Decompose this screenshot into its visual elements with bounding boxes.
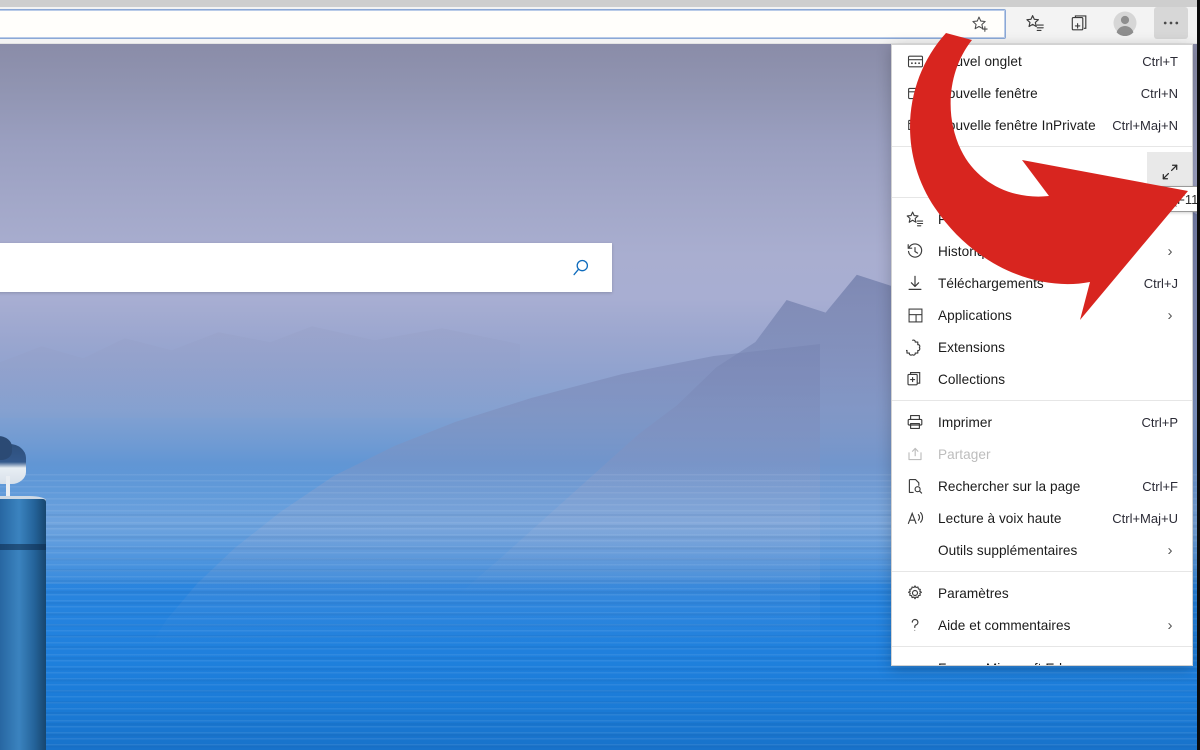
bird-legs — [6, 476, 10, 498]
menu-item-help-feedback[interactable]: Aide et commentaires › — [892, 609, 1192, 641]
menu-item-history[interactable]: Historique › — [892, 235, 1192, 267]
menu-item-close-edge[interactable]: Fermer Microsoft Edge — [892, 652, 1192, 666]
favorites-star-list-icon — [892, 210, 938, 228]
help-question-icon — [892, 616, 938, 634]
menu-item-label: Favoris — [938, 211, 983, 227]
menu-item-shortcut: Ctrl+N — [1140, 85, 1178, 101]
share-icon — [892, 445, 938, 463]
menu-item-new-window[interactable]: Nouvelle fenêtre Ctrl+N — [892, 77, 1192, 109]
settings-and-more-button[interactable] — [1154, 7, 1188, 39]
fullscreen-tooltip-text: Plein écran (F11) — [1104, 191, 1200, 207]
menu-item-settings[interactable]: Paramètres — [892, 577, 1192, 609]
browser-toolbar — [0, 0, 1200, 44]
menu-item-label: Fermer Microsoft Edge — [938, 661, 1178, 666]
chevron-right-icon: › — [1167, 242, 1173, 260]
print-icon — [892, 413, 938, 431]
menu-item-inprivate-window[interactable]: Nouvelle fenêtre InPrivate Ctrl+Maj+N — [892, 109, 1192, 141]
fullscreen-tooltip: Plein écran (F11) — [1094, 186, 1200, 212]
add-favorite-star-icon[interactable] — [963, 9, 997, 39]
chevron-right-icon: › — [1167, 541, 1173, 559]
menu-item-shortcut: Ctrl+Maj+N — [1112, 117, 1178, 133]
menu-item-downloads[interactable]: Téléchargements Ctrl+J — [892, 267, 1192, 299]
menu-item-label: Lecture à voix haute — [938, 510, 1062, 526]
menu-item-read-aloud[interactable]: Lecture à voix haute Ctrl+Maj+U — [892, 502, 1192, 534]
web-search-input[interactable]: eb — [0, 259, 568, 277]
menu-item-label: Collections — [938, 371, 1006, 387]
address-bar[interactable] — [0, 9, 1006, 39]
piling-post — [0, 499, 46, 750]
chevron-right-icon: › — [1167, 616, 1173, 634]
menu-item-apps[interactable]: Applications › — [892, 299, 1192, 331]
new-window-icon — [892, 85, 938, 102]
menu-separator — [892, 400, 1192, 401]
title-bar-strip — [0, 0, 1200, 7]
menu-item-new-tab[interactable]: Nouvel onglet Ctrl+T — [892, 45, 1192, 77]
browser-window: eb — [0, 0, 1200, 750]
chevron-right-icon: › — [1167, 306, 1173, 324]
collections-button[interactable] — [1063, 7, 1097, 39]
new-tab-icon — [892, 53, 938, 70]
menu-item-label: Partager — [938, 446, 991, 462]
extensions-puzzle-icon — [892, 338, 938, 356]
apps-grid-icon — [892, 307, 938, 324]
profile-button[interactable] — [1108, 7, 1142, 39]
menu-item-label: Nouvelle fenêtre — [938, 85, 1038, 101]
menu-item-label: Paramètres — [938, 585, 1009, 601]
menu-item-label: Outils supplémentaires — [938, 542, 1078, 558]
menu-item-shortcut: Ctrl+T — [1142, 53, 1178, 69]
piling-band — [0, 544, 46, 550]
menu-item-extensions[interactable]: Extensions — [892, 331, 1192, 363]
history-clock-icon — [892, 242, 938, 260]
menu-separator — [892, 571, 1192, 572]
menu-item-find-on-page[interactable]: Rechercher sur la page Ctrl+F — [892, 470, 1192, 502]
menu-item-label: Historique — [938, 243, 1000, 259]
menu-item-label: Imprimer — [938, 414, 993, 430]
menu-item-shortcut: Ctrl+F — [1142, 478, 1178, 494]
read-aloud-icon — [892, 509, 938, 528]
web-search-box[interactable]: eb — [0, 243, 612, 292]
menu-item-label: Applications — [938, 307, 1012, 323]
menu-item-shortcut: Ctrl+P — [1141, 414, 1178, 430]
menu-item-label: Rechercher sur la page — [938, 478, 1081, 494]
menu-item-label: Nouvel onglet — [938, 53, 1022, 69]
search-magnifier-icon[interactable] — [568, 255, 594, 281]
menu-separator — [892, 146, 1192, 147]
find-on-page-icon — [892, 477, 938, 495]
menu-item-share: Partager — [892, 438, 1192, 470]
address-bar-focus-ring — [0, 10, 1005, 38]
favorites-button[interactable] — [1018, 7, 1052, 39]
inprivate-window-icon — [892, 117, 938, 134]
menu-item-shortcut: Ctrl+J — [1143, 275, 1178, 291]
downloads-arrow-icon — [892, 274, 938, 292]
settings-and-more-menu: Nouvel onglet Ctrl+T Nouvelle fenêtre Ct… — [891, 44, 1193, 666]
menu-item-label: Téléchargements — [938, 275, 1044, 291]
collections-icon — [892, 370, 938, 388]
menu-item-more-tools[interactable]: Outils supplémentaires › — [892, 534, 1192, 566]
menu-item-label: Nouvelle fenêtre InPrivate — [938, 117, 1096, 133]
gear-icon — [892, 584, 938, 602]
menu-item-collections[interactable]: Collections — [892, 363, 1192, 395]
menu-item-label: Aide et commentaires — [938, 617, 1071, 633]
menu-item-print[interactable]: Imprimer Ctrl+P — [892, 406, 1192, 438]
menu-separator — [892, 646, 1192, 647]
menu-item-shortcut: Ctrl+Maj+U — [1112, 510, 1178, 526]
menu-item-label: Extensions — [938, 339, 1005, 355]
